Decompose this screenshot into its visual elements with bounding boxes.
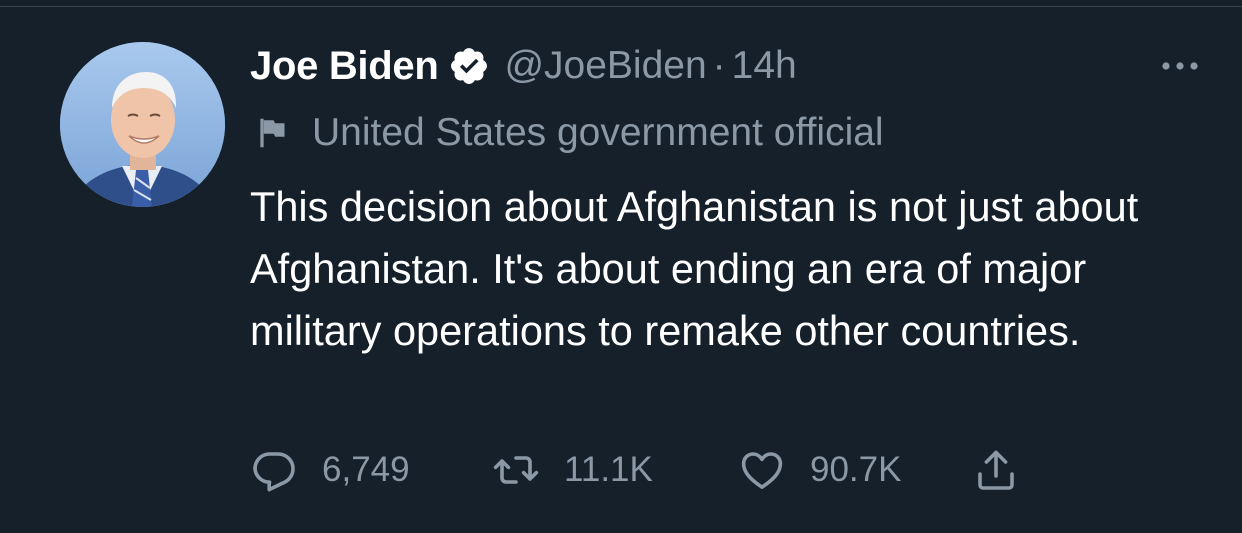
government-label-text: United States government official [312,111,884,154]
share-icon [972,446,1020,494]
verified-badge-icon [448,45,490,87]
like-button[interactable]: 90.7K [738,440,901,500]
separator-dot: · [712,44,726,87]
retweet-count: 11.1K [564,450,653,489]
government-label: United States government official [250,108,1210,158]
reply-button[interactable]: 6,749 [250,440,410,500]
retweet-button[interactable]: 11.1K [492,440,653,500]
reply-icon [250,446,298,494]
tweet-header: Joe Biden @JoeBiden · 14h [250,40,1210,92]
display-name[interactable]: Joe Biden [250,44,439,89]
like-count: 90.7K [810,450,902,489]
heart-icon [738,446,786,494]
more-options-icon [1162,62,1198,70]
handle[interactable]: @JoeBiden [504,44,706,88]
timestamp[interactable]: 14h [732,44,797,88]
avatar-photo [60,42,225,207]
top-divider [0,0,1242,7]
flag-icon [256,115,292,151]
reply-count: 6,749 [322,450,410,489]
tweet-body: Joe Biden @JoeBiden · 14h United States … [250,40,1210,362]
share-button[interactable] [972,440,1020,500]
more-options-button[interactable] [1150,46,1210,86]
tweet-actions: 6,749 11.1K 90.7K [250,440,1050,500]
tweet-text: This decision about Afghanistan is not j… [250,183,1139,354]
retweet-icon [492,446,540,494]
avatar[interactable] [60,42,225,207]
